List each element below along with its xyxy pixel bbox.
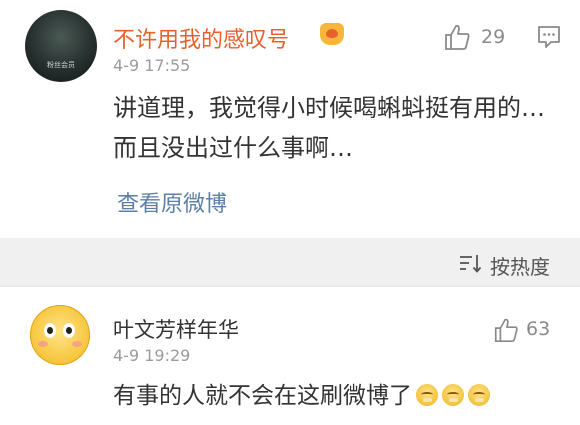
eye-icon [44,323,56,338]
username[interactable]: 叶文芳样年华 [113,314,239,344]
blush-icon [72,341,82,347]
user-avatar[interactable] [30,305,90,365]
avatar-caption: 粉丝会员 [47,61,75,69]
divider [0,286,580,287]
like-count: 29 [481,26,506,48]
thumbs-up-icon[interactable] [442,22,472,52]
comment-time: 4-9 19:29 [113,346,191,365]
crying-laugh-emoji-icon [468,384,490,406]
sort-by-hot-button[interactable]: 按热度 [490,251,550,280]
crying-laugh-emoji-icon [416,384,438,406]
comment-text: 有事的人就不会在这刷微博了 [113,383,412,409]
comment-text: 讲道理，我觉得小时候喝蝌蚪挺有用的…而且没出过什么事啊… [113,94,545,162]
comment-text-row: 有事的人就不会在这刷微博了 [113,376,490,410]
comment-time: 4-9 17:55 [113,56,191,75]
view-original-link[interactable]: 查看原微博 [117,186,227,218]
sort-icon[interactable] [458,252,484,274]
vip-badge-icon [320,23,344,45]
thumbs-up-icon[interactable] [492,316,520,344]
crying-laugh-emoji-icon [442,384,464,406]
blush-icon [38,341,48,347]
message-icon[interactable] [536,24,562,50]
eye-icon [63,323,75,338]
user-avatar[interactable]: 粉丝会员 [25,10,97,82]
username[interactable]: 不许用我的感叹号 [113,22,289,54]
like-count: 63 [526,318,551,340]
